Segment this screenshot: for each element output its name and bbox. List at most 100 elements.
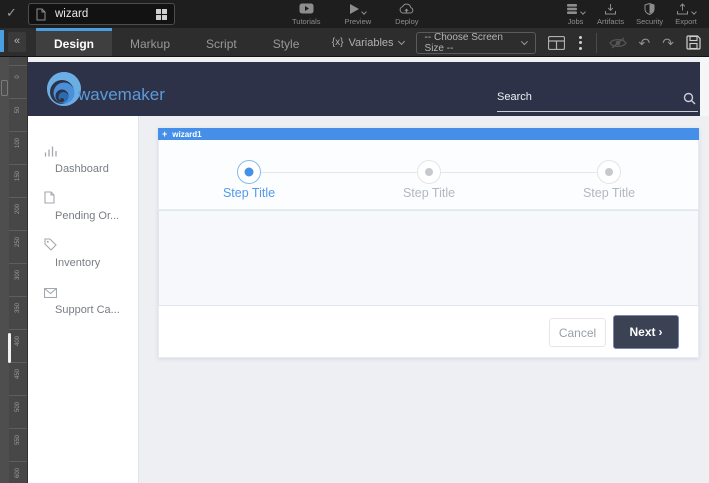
next-label: Next <box>629 325 655 339</box>
search-field[interactable] <box>497 86 698 112</box>
vertical-scrollbar-thumb[interactable] <box>8 333 11 363</box>
wizard-widget[interactable]: + wizard1 Step Title Step Title Step Tit… <box>158 128 699 358</box>
step-3-title[interactable]: Step Title <box>549 186 669 200</box>
sidebar-item-support-cases[interactable]: Support Ca... <box>28 285 138 332</box>
widget-name: wizard1 <box>172 130 201 139</box>
search-icon[interactable] <box>683 92 696 110</box>
ruler-tick: 0 <box>9 65 28 98</box>
divider <box>596 33 597 53</box>
artifacts-button[interactable]: Artifacts <box>597 2 624 26</box>
envelope-icon <box>44 285 138 298</box>
tabbar-right-tools: {x} Variables -- Choose Screen Size -- ↶… <box>332 28 701 57</box>
tab-markup[interactable]: Markup <box>112 28 188 57</box>
ruler-tick: 300 <box>9 263 28 296</box>
tab-design[interactable]: Design <box>36 28 112 57</box>
collapse-panel-button[interactable]: « <box>8 32 26 52</box>
export-icon <box>676 2 696 15</box>
chevron-down-icon <box>397 37 404 44</box>
sidebar-item-pending-orders[interactable]: Pending Or... <box>28 191 138 238</box>
check-icon: ✓ <box>6 5 17 21</box>
chevron-down-icon <box>580 9 586 15</box>
ruler-tick: 50 <box>9 98 28 131</box>
jobs-icon <box>566 2 585 15</box>
step-1-indicator[interactable] <box>237 160 261 184</box>
step-2-title[interactable]: Step Title <box>369 186 489 200</box>
variables-label: Variables <box>348 37 393 49</box>
screen-size-select[interactable]: -- Choose Screen Size -- <box>416 32 536 54</box>
action-label: Deploy <box>395 17 418 26</box>
pages-grid-icon[interactable] <box>156 9 167 20</box>
save-icon <box>686 35 701 50</box>
jobs-button[interactable]: Jobs <box>566 2 585 26</box>
ruler-tick: 500 <box>9 395 28 428</box>
step-3-indicator[interactable] <box>597 160 621 184</box>
wavemaker-studio: ✓ wizard Tutorials Preview <box>0 0 709 483</box>
topbar-right-actions: Jobs Artifacts Security Export <box>566 2 709 26</box>
page-content-area: + wizard1 Step Title Step Title Step Tit… <box>140 116 709 483</box>
variables-dropdown[interactable]: {x} Variables <box>332 37 404 49</box>
chevron-down-icon <box>691 9 697 15</box>
action-label: Export <box>675 17 697 26</box>
deploy-icon <box>399 2 414 15</box>
deploy-button[interactable]: Deploy <box>395 2 418 26</box>
sidebar-item-label: Pending Or... <box>55 210 138 222</box>
ruler-tick: 100 <box>9 131 28 164</box>
redo-button[interactable]: ↷ <box>662 36 674 50</box>
preview-icon <box>350 2 366 15</box>
canvas-body: Dashboard Pending Or... Inventory <box>28 116 709 483</box>
ruler: 050100150200250300350400450500550600 <box>9 57 28 483</box>
editor-tabs: Design Markup Script Style <box>36 28 317 57</box>
next-button[interactable]: Next › <box>613 315 679 349</box>
tutorials-icon <box>299 2 314 15</box>
tab-style[interactable]: Style <box>255 28 318 57</box>
brand[interactable]: wavemaker <box>38 69 165 109</box>
undo-button[interactable]: ↶ <box>639 36 651 50</box>
tag-icon <box>44 238 138 251</box>
dock-tool-button[interactable] <box>1 80 8 96</box>
save-button[interactable] <box>686 35 701 50</box>
move-handle-icon[interactable]: + <box>162 130 167 139</box>
page-nav-sidebar: Dashboard Pending Or... Inventory <box>28 116 139 483</box>
ruler-tick: 350 <box>9 296 28 329</box>
wizard-actions-footer: Cancel Next › <box>158 306 699 358</box>
chevron-right-icon: › <box>659 325 663 339</box>
layout-icon <box>548 36 565 50</box>
sidebar-item-inventory[interactable]: Inventory <box>28 238 138 285</box>
layout-panel-button[interactable] <box>548 36 565 50</box>
brand-name: wavemaker <box>78 85 165 105</box>
ruler-tick: 250 <box>9 230 28 263</box>
topbar-center-actions: Tutorials Preview Deploy <box>292 2 419 26</box>
ruler-tick: 150 <box>9 164 28 197</box>
wizard-step-content[interactable] <box>158 210 699 306</box>
step-1-title[interactable]: Step Title <box>189 186 309 200</box>
action-label: Tutorials <box>292 17 320 26</box>
hide-widgets-button[interactable] <box>609 37 627 49</box>
action-label: Jobs <box>568 17 584 26</box>
tutorials-button[interactable]: Tutorials <box>292 2 320 26</box>
app-header: wavemaker <box>28 62 700 116</box>
ruler-tick: 550 <box>9 428 28 461</box>
search-input[interactable] <box>497 86 672 103</box>
export-button[interactable]: Export <box>675 2 697 26</box>
sidebar-item-label: Support Ca... <box>55 304 138 316</box>
sidebar-item-dashboard[interactable]: Dashboard <box>28 144 138 191</box>
studio-tab-bar: « Design Markup Script Style {x} Variabl… <box>0 28 709 57</box>
security-button[interactable]: Security <box>636 2 663 26</box>
accent-sliver <box>0 30 4 52</box>
tab-script[interactable]: Script <box>188 28 255 57</box>
more-options-button[interactable] <box>577 34 584 52</box>
preview-button[interactable]: Preview <box>344 2 371 26</box>
screen-size-value: -- Choose Screen Size -- <box>425 32 522 54</box>
step-2-indicator[interactable] <box>417 160 441 184</box>
bar-chart-icon <box>44 144 138 157</box>
action-label: Security <box>636 17 663 26</box>
artifacts-icon <box>604 2 617 15</box>
page-selector[interactable]: wizard <box>28 3 175 25</box>
widget-label-bar[interactable]: + wizard1 <box>158 128 699 140</box>
action-label: Artifacts <box>597 17 624 26</box>
chevron-down-icon <box>361 9 367 15</box>
sidebar-item-label: Dashboard <box>55 163 138 175</box>
cancel-button[interactable]: Cancel <box>549 318 606 347</box>
top-bar: ✓ wizard Tutorials Preview <box>0 0 709 28</box>
ruler-tick: 600 <box>9 461 28 483</box>
